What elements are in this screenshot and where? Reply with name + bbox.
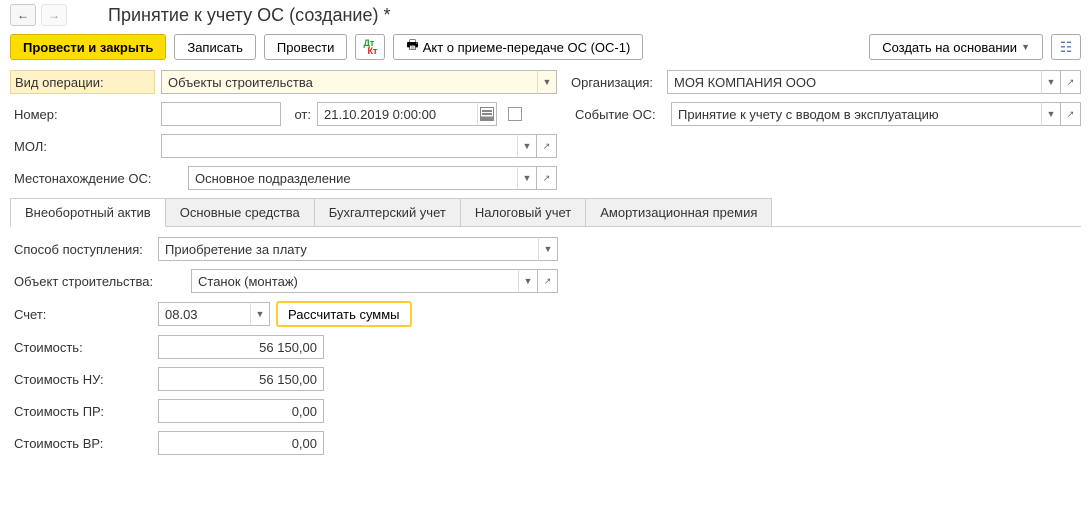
number-label: Номер: [10,107,155,122]
construction-object-dropdown-button[interactable]: ▼ [518,269,538,293]
location-label: Местонахождение ОС: [10,171,182,186]
tab-fixed-assets[interactable]: Основные средства [165,198,315,226]
account-dropdown-button[interactable]: ▼ [250,302,270,326]
printer-icon: 🖶 [406,36,418,58]
operation-type-label: Вид операции: [10,70,155,94]
date-input[interactable]: 21.10.2019 0:00:00 [317,102,477,126]
cost-label: Стоимость: [10,340,152,355]
event-label: Событие ОС: [575,107,665,122]
mol-input[interactable] [161,134,517,158]
dtkt-button[interactable]: ДтКт [355,34,385,60]
tab-accounting[interactable]: Бухгалтерский учет [314,198,461,226]
cost-input[interactable]: 56 150,00 [158,335,324,359]
location-input[interactable]: Основное подразделение [188,166,517,190]
create-based-on-button[interactable]: Создать на основании ▼ [869,34,1043,60]
card-icon[interactable] [508,107,522,121]
event-open-button[interactable]: ↗ [1061,102,1081,126]
nav-back-button[interactable]: ← [10,4,36,26]
calc-sums-button[interactable]: Рассчитать суммы [276,301,412,327]
date-calendar-button[interactable] [477,102,497,126]
construction-object-input[interactable]: Станок (монтаж) [191,269,518,293]
calendar-icon [480,107,494,121]
mol-open-button[interactable]: ↗ [537,134,557,158]
tab-amortization-premium[interactable]: Амортизационная премия [585,198,772,226]
dtkt-icon: ДтКт [363,39,377,55]
receipt-method-dropdown-button[interactable]: ▼ [538,237,558,261]
location-open-button[interactable]: ↗ [537,166,557,190]
cost-pr-label: Стоимость ПР: [10,404,152,419]
construction-object-label: Объект строительства: [10,274,185,289]
mol-label: МОЛ: [10,139,155,154]
receipt-method-label: Способ поступления: [10,242,152,257]
organization-open-button[interactable]: ↗ [1061,70,1081,94]
create-based-on-label: Создать на основании [882,40,1017,55]
cost-nu-input[interactable]: 56 150,00 [158,367,324,391]
construction-object-open-button[interactable]: ↗ [538,269,558,293]
tab-tax-accounting[interactable]: Налоговый учет [460,198,586,226]
location-dropdown-button[interactable]: ▼ [517,166,537,190]
cost-pr-input[interactable]: 0,00 [158,399,324,423]
tab-noncurrent-asset[interactable]: Внеоборотный актив [10,198,166,227]
save-button[interactable]: Записать [174,34,256,60]
receipt-method-input[interactable]: Приобретение за плату [158,237,538,261]
number-input[interactable] [161,102,281,126]
nav-forward-button: → [41,4,67,26]
structure-icon: ☷ [1060,39,1073,56]
event-input[interactable]: Принятие к учету с вводом в эксплуатацию [671,102,1041,126]
page-title: Принятие к учету ОС (создание) * [108,5,391,26]
operation-type-dropdown-button[interactable]: ▼ [537,70,557,94]
organization-label: Организация: [571,75,661,90]
operation-type-input[interactable]: Объекты строительства [161,70,537,94]
organization-input[interactable]: МОЯ КОМПАНИЯ ООО [667,70,1041,94]
print-act-label: Акт о приеме-передаче ОС (ОС-1) [423,40,631,55]
post-button[interactable]: Провести [264,34,348,60]
post-and-close-button[interactable]: Провести и закрыть [10,34,166,60]
cost-vr-input[interactable]: 0,00 [158,431,324,455]
cost-vr-label: Стоимость ВР: [10,436,152,451]
structure-button[interactable]: ☷ [1051,34,1081,60]
mol-dropdown-button[interactable]: ▼ [517,134,537,158]
print-act-button[interactable]: 🖶 Акт о приеме-передаче ОС (ОС-1) [393,34,643,60]
account-input[interactable]: 08.03 [158,302,250,326]
chevron-down-icon: ▼ [1021,42,1030,52]
organization-dropdown-button[interactable]: ▼ [1041,70,1061,94]
event-dropdown-button[interactable]: ▼ [1041,102,1061,126]
date-prefix-label: от: [287,107,311,122]
cost-nu-label: Стоимость НУ: [10,372,152,387]
account-label: Счет: [10,307,152,322]
